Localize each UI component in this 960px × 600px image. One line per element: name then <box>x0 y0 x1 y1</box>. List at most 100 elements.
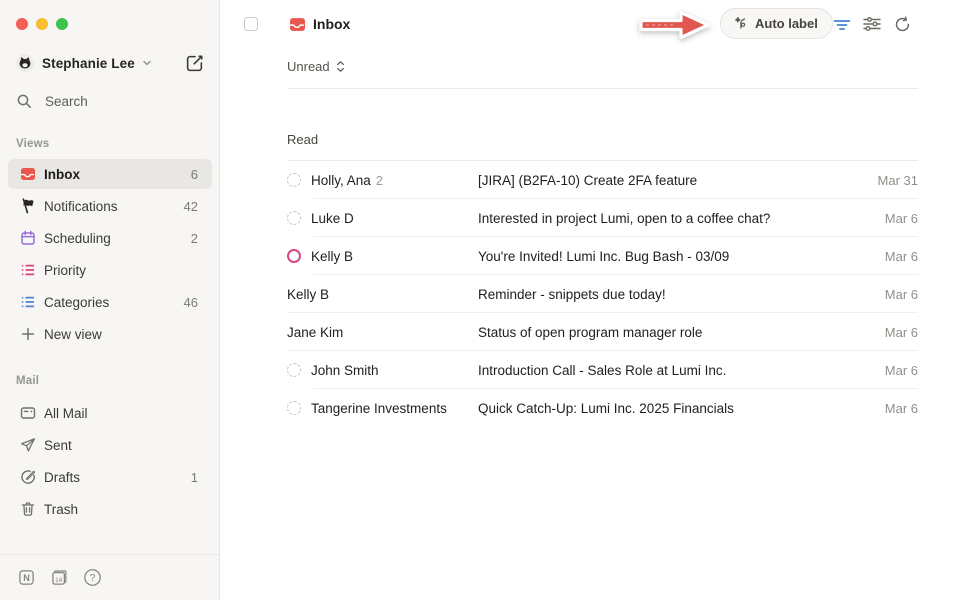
svg-text:N: N <box>23 573 30 583</box>
sent-icon <box>20 437 36 453</box>
sidebar-item-categories[interactable]: Categories46 <box>8 287 212 317</box>
help-button[interactable]: ? <box>82 568 102 588</box>
sidebar-footer: N 14 ? <box>0 554 219 600</box>
item-count: 6 <box>191 167 198 182</box>
auto-label-text: Auto label <box>755 16 818 31</box>
refresh-button[interactable] <box>888 10 916 38</box>
sidebar-item-label: Scheduling <box>44 231 111 246</box>
item-count: 1 <box>191 470 198 485</box>
email-from: Jane Kim <box>287 325 478 340</box>
view-title: Inbox <box>289 0 350 48</box>
calendar-app-icon[interactable]: 14 <box>49 568 69 588</box>
email-date: Mar 6 <box>885 249 960 264</box>
email-row[interactable]: Luke D Interested in project Lumi, open t… <box>220 199 960 237</box>
auto-label-button[interactable]: Auto label <box>720 8 833 39</box>
plus-icon <box>20 326 36 342</box>
screener-circle-icon <box>287 401 301 415</box>
priority-icon <box>20 262 36 278</box>
sidebar-item-label: New view <box>44 327 102 342</box>
email-row[interactable]: Holly, Ana 2 [JIRA] (B2FA-10) Create 2FA f… <box>220 161 960 199</box>
email-list: Holly, Ana 2 [JIRA] (B2FA-10) Create 2FA f… <box>220 161 960 427</box>
notion-app-icon[interactable]: N <box>16 568 36 588</box>
sidebar-item-all-mail[interactable]: All Mail <box>8 398 212 428</box>
scheduling-icon <box>20 230 36 246</box>
thread-count: 2 <box>376 173 383 188</box>
sidebar-item-new-view[interactable]: New view <box>8 319 212 349</box>
sidebar-item-sent[interactable]: Sent <box>8 430 212 460</box>
auto-label-sparkle-icon <box>732 15 749 32</box>
drafts-icon <box>20 469 36 485</box>
email-row[interactable]: Kelly BReminder - snippets due today!Mar… <box>220 275 960 313</box>
email-subject: Reminder - snippets due today! <box>478 287 885 302</box>
email-sender: Jane Kim <box>287 325 343 340</box>
email-subject: Quick Catch-Up: Lumi Inc. 2025 Financial… <box>478 401 885 416</box>
sidebar-item-scheduling[interactable]: Scheduling 2 <box>8 223 212 253</box>
sidebar-item-label: Drafts <box>44 470 80 485</box>
divider <box>287 88 918 89</box>
zoom-button[interactable] <box>56 18 68 30</box>
email-sender: Holly, Ana <box>311 173 371 188</box>
app-window: Stephanie Lee Search Views Inbox6Notific… <box>0 0 960 600</box>
email-row[interactable]: John SmithIntroduction Call - Sales Role… <box>220 351 960 389</box>
inbox-icon <box>289 16 306 33</box>
all-mail-icon <box>20 405 36 421</box>
search-button[interactable]: Search <box>16 89 88 113</box>
email-sender: Luke D <box>311 211 354 226</box>
email-from: John Smith <box>287 363 478 378</box>
close-button[interactable] <box>16 18 28 30</box>
mail-list-panel: Inbox Auto label Unre <box>220 0 960 600</box>
minimize-button[interactable] <box>36 18 48 30</box>
annotation-arrow-icon <box>636 7 714 43</box>
screener-circle-icon <box>287 173 301 187</box>
email-date: Mar 6 <box>885 401 960 416</box>
sidebar-item-trash[interactable]: Trash <box>8 494 212 524</box>
categories-icon <box>20 294 36 310</box>
email-subject: Status of open program manager role <box>478 325 885 340</box>
email-sender: Kelly B <box>311 249 353 264</box>
sidebar-item-notifications[interactable]: Notifications42 <box>8 191 212 221</box>
sidebar-item-priority[interactable]: Priority <box>8 255 212 285</box>
screener-circle-icon <box>287 363 301 377</box>
search-label: Search <box>45 94 88 109</box>
email-row[interactable]: Tangerine Investments Quick Catch-Up: Lum… <box>220 389 960 427</box>
email-row[interactable]: Kelly B You're Invited! Lumi Inc. Bug Bas… <box>220 237 960 275</box>
sidebar-item-label: Inbox <box>44 167 80 182</box>
sort-control[interactable]: Unread <box>287 54 346 78</box>
email-from: Holly, Ana 2 <box>287 173 478 188</box>
select-all-checkbox[interactable] <box>244 17 258 31</box>
email-subject: You're Invited! Lumi Inc. Bug Bash - 03/… <box>478 249 885 264</box>
sidebar-item-drafts[interactable]: Drafts 1 <box>8 462 212 492</box>
account-switcher[interactable]: Stephanie Lee <box>16 50 207 76</box>
email-sender: Tangerine Investments <box>311 401 447 416</box>
mail-nav: All Mail Sent Drafts 1 Trash <box>8 398 212 526</box>
inbox-icon <box>20 166 36 182</box>
avatar <box>16 54 34 72</box>
chevron-down-icon <box>142 58 152 68</box>
notifications-icon <box>20 198 36 214</box>
email-row[interactable]: Jane Kim Status of open program manager r… <box>220 313 960 351</box>
window-controls <box>16 18 68 30</box>
screener-circle-icon <box>287 211 301 225</box>
email-date: Mar 6 <box>885 363 960 378</box>
sidebar-item-label: Sent <box>44 438 72 453</box>
read-section-label: Read <box>287 132 318 147</box>
compose-button[interactable] <box>181 50 207 76</box>
item-count: 46 <box>184 295 198 310</box>
svg-text:14: 14 <box>55 577 63 584</box>
email-subject: Introduction Call - Sales Role at Lumi I… <box>478 363 885 378</box>
trash-icon <box>20 501 36 517</box>
sidebar: Stephanie Lee Search Views Inbox6Notific… <box>0 0 220 600</box>
unread-ring-icon <box>287 249 301 263</box>
email-from: Tangerine Investments <box>287 401 478 416</box>
sidebar-item-inbox[interactable]: Inbox 6 <box>8 159 212 189</box>
filter-button[interactable] <box>828 10 856 38</box>
section-label-mail: Mail <box>16 375 39 387</box>
sort-label: Unread <box>287 59 330 74</box>
email-subject: [JIRA] (B2FA-10) Create 2FA feature <box>478 173 878 188</box>
sidebar-item-label: Priority <box>44 263 86 278</box>
views-nav: Inbox 6 Notifications42 Scheduling 2 Priority… <box>8 159 212 351</box>
item-count: 2 <box>191 231 198 246</box>
display-settings-icon[interactable] <box>858 10 886 38</box>
sidebar-item-label: Notifications <box>44 199 118 214</box>
email-subject: Interested in project Lumi, open to a co… <box>478 211 885 226</box>
